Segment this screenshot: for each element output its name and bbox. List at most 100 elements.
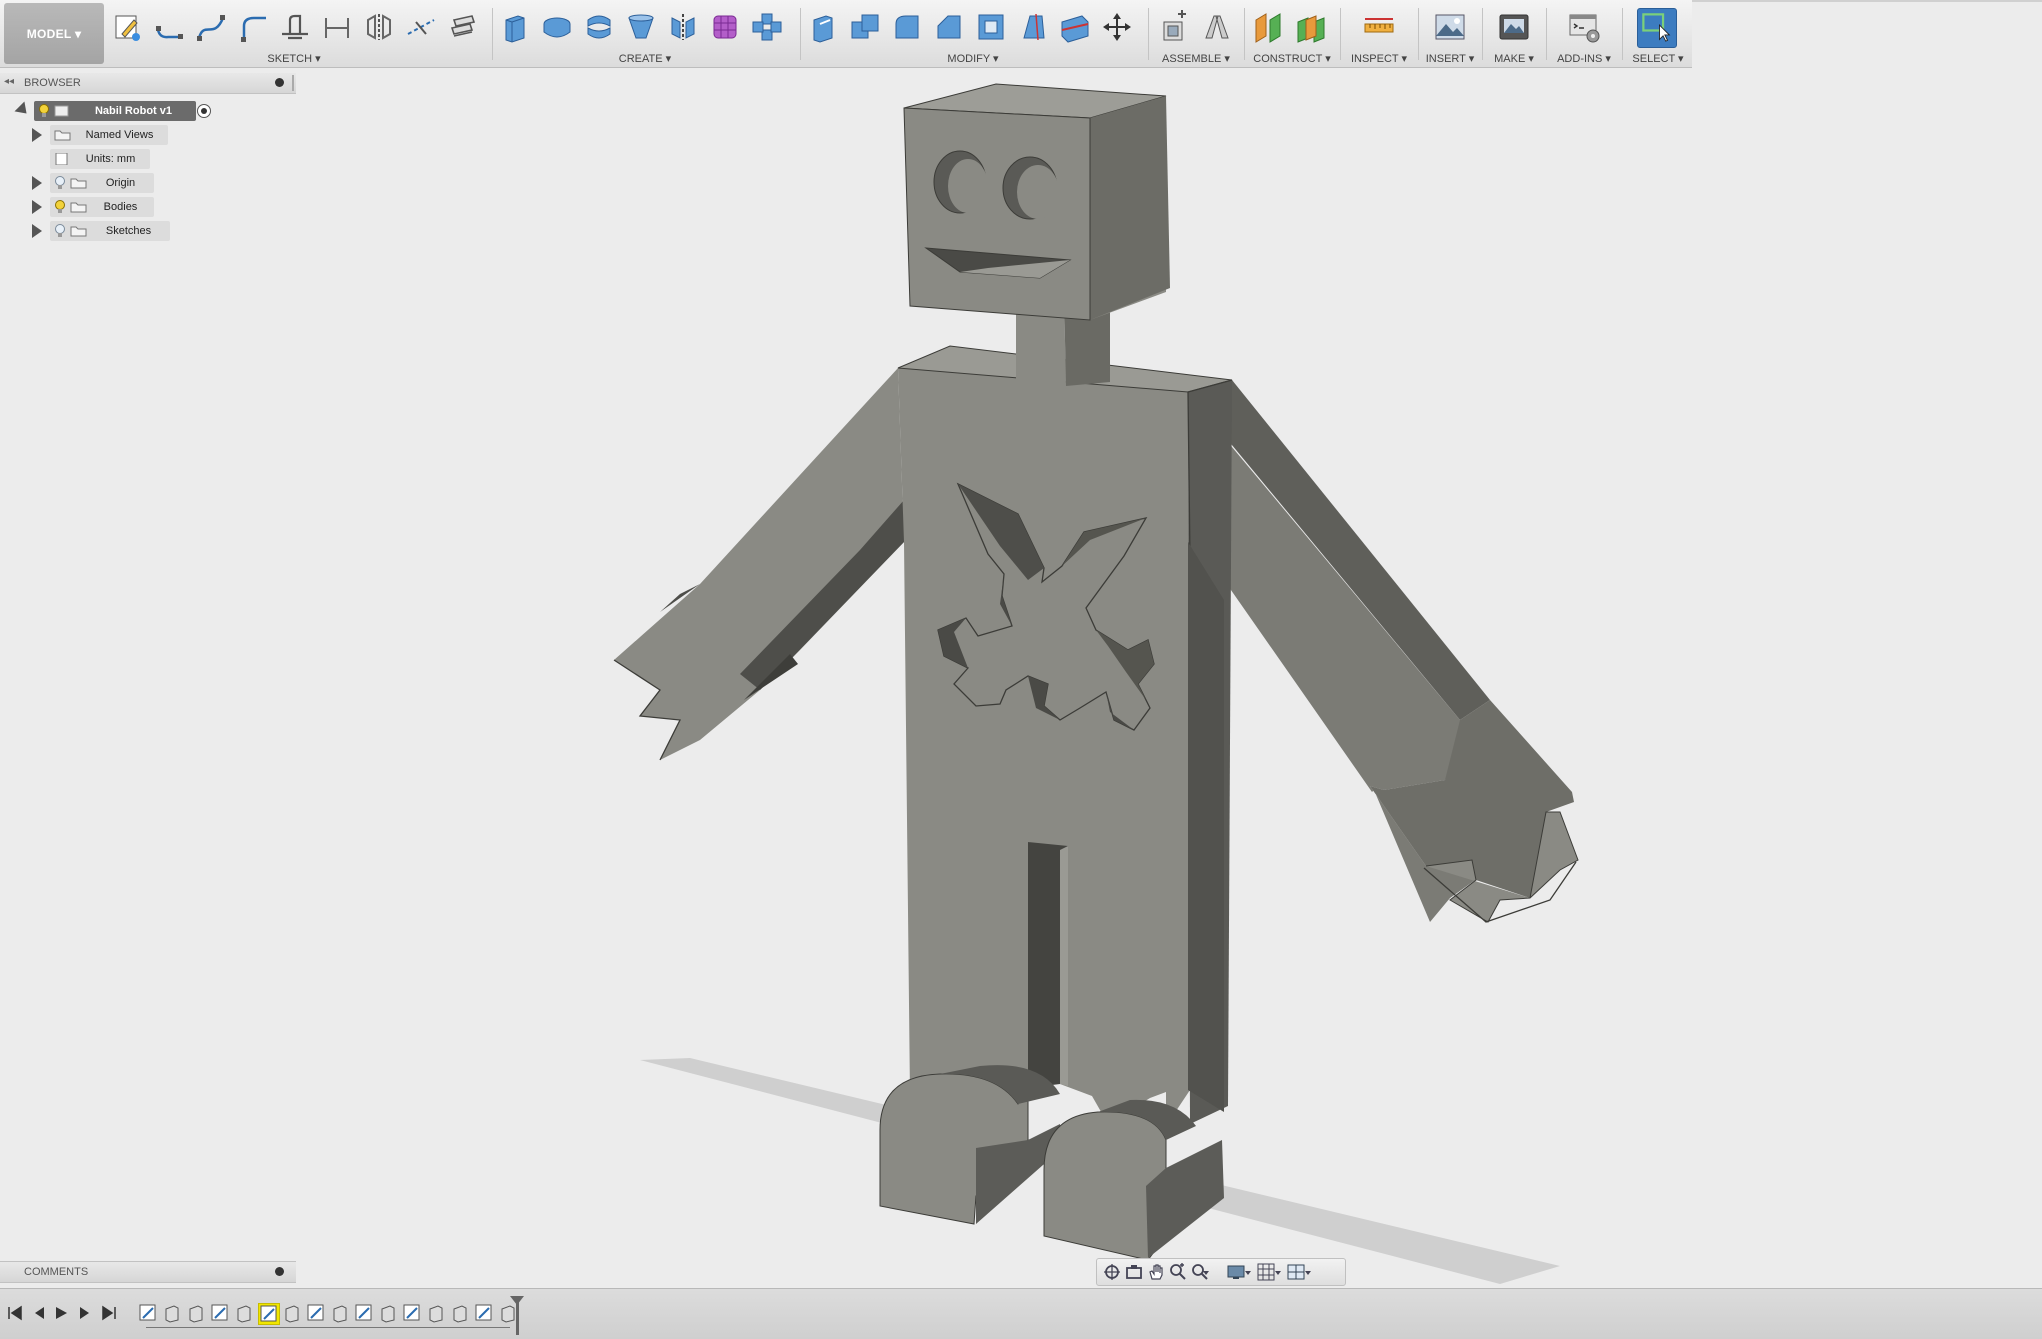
addins-group-label[interactable]: ADD-INS ▾ [1552,52,1616,65]
trim-icon[interactable] [278,10,312,44]
loft-icon[interactable] [624,10,658,44]
go-to-end-icon[interactable] [100,1304,118,1322]
robot-model[interactable] [296,68,2042,1288]
torso [897,345,1233,1126]
create-sketch-icon[interactable] [110,10,144,44]
extrude-feature-icon[interactable] [498,1303,518,1323]
make-group-label[interactable]: MAKE ▾ [1488,52,1540,65]
timeline-marker[interactable] [510,1296,524,1335]
extrude-feature-icon[interactable] [450,1303,470,1323]
line-icon[interactable] [152,10,186,44]
pan-icon[interactable] [1147,1263,1165,1281]
construct-group-label[interactable]: CONSTRUCT ▾ [1250,52,1334,65]
sketch-feature-active-icon[interactable] [258,1303,280,1325]
expand-named-views-icon[interactable] [32,128,42,142]
draft-icon[interactable] [1016,10,1050,44]
create-group-label[interactable]: CREATE ▾ [498,52,792,65]
extrude-feature-icon[interactable] [234,1303,254,1323]
joint-icon[interactable] [1200,10,1234,44]
collapse-browser-icon[interactable]: ◂◂ [4,76,14,87]
step-forward-icon[interactable] [76,1304,94,1322]
canvas-viewport[interactable] [296,68,2042,1288]
pattern-icon[interactable] [750,10,784,44]
expand-origin-icon[interactable] [32,176,42,190]
bodies-node[interactable]: Bodies [50,197,154,217]
orbit-icon[interactable] [1103,1263,1121,1281]
extrude-feature-icon[interactable] [426,1303,446,1323]
visibility-bulb-icon[interactable] [54,200,66,214]
select-icon[interactable] [1637,8,1677,48]
offset-icon[interactable] [320,10,354,44]
expand-sketches-icon[interactable] [32,224,42,238]
sweep-icon[interactable] [582,10,616,44]
extrude-feature-icon[interactable] [282,1303,302,1323]
modify-group-label[interactable]: MODIFY ▾ [806,52,1140,65]
spline-icon[interactable] [194,10,228,44]
stop-sketch-icon[interactable] [446,10,480,44]
fillet-icon[interactable] [890,10,924,44]
combine-icon[interactable] [848,10,882,44]
named-views-node[interactable]: Named Views [50,125,168,145]
extrude-feature-icon[interactable] [378,1303,398,1323]
sketch-feature-icon[interactable] [138,1303,158,1323]
sketch-feature-icon[interactable] [402,1303,422,1323]
browser-resize-handle[interactable] [292,75,294,91]
construct-group: CONSTRUCT ▾ [1250,6,1334,65]
inspect-group-label[interactable]: INSPECT ▾ [1346,52,1412,65]
mirror-body-icon[interactable] [666,10,700,44]
zoom-icon[interactable] [1169,1263,1187,1281]
play-icon[interactable] [52,1304,70,1322]
visibility-bulb-icon[interactable] [54,224,66,238]
visibility-bulb-icon[interactable] [54,176,66,190]
scripts-icon[interactable] [1567,10,1601,44]
chamfer-icon[interactable] [932,10,966,44]
insert-image-icon[interactable] [1433,10,1467,44]
offset-plane-icon[interactable] [1252,10,1286,44]
origin-node[interactable]: Origin [50,173,154,193]
measure-icon[interactable] [1362,10,1396,44]
display-dropdown-icon[interactable] [1243,1263,1253,1281]
select-group-label[interactable]: SELECT ▾ [1628,52,1688,65]
zoom-dropdown-icon[interactable] [1201,1263,1211,1281]
extrude-feature-icon[interactable] [186,1303,206,1323]
extrude-feature-icon[interactable] [330,1303,350,1323]
grid-dropdown-icon[interactable] [1273,1263,1283,1281]
toolbar-divider [1340,8,1341,60]
sketch-feature-icon[interactable] [210,1303,230,1323]
expand-bodies-icon[interactable] [32,200,42,214]
tree-root-node[interactable]: Nabil Robot v1 [34,101,196,121]
press-pull-icon[interactable] [806,10,840,44]
expand-root-icon[interactable] [14,101,32,119]
sketch-group-label[interactable]: SKETCH ▾ [108,52,480,65]
add-comment-icon[interactable] [275,1267,284,1276]
revolve-icon[interactable] [540,10,574,44]
shell-icon[interactable] [974,10,1008,44]
new-component-icon[interactable] [1158,10,1192,44]
move-icon[interactable] [1100,10,1134,44]
browser-pin-icon[interactable] [275,78,284,87]
sketch-feature-icon[interactable] [354,1303,374,1323]
sketches-node[interactable]: Sketches [50,221,170,241]
activate-radio-icon[interactable] [196,103,212,119]
fillet-sketch-icon[interactable] [236,10,270,44]
extrude-icon[interactable] [498,10,532,44]
sketch-feature-icon[interactable] [474,1303,494,1323]
3d-print-icon[interactable] [1497,10,1531,44]
sketch-feature-icon[interactable] [306,1303,326,1323]
units-node[interactable]: Units: mm [50,149,150,169]
project-icon[interactable] [404,10,438,44]
go-to-start-icon[interactable] [6,1304,24,1322]
workspace-switcher[interactable]: MODEL ▾ [4,3,104,64]
assemble-group-label[interactable]: ASSEMBLE ▾ [1154,52,1238,65]
visibility-bulb-icon[interactable] [38,104,50,118]
look-at-icon[interactable] [1125,1263,1143,1281]
insert-group-label[interactable]: INSERT ▾ [1424,52,1476,65]
step-back-icon[interactable] [30,1304,48,1322]
tree-item-named-views: Named Views [28,125,168,145]
form-icon[interactable] [708,10,742,44]
split-face-icon[interactable] [1058,10,1092,44]
extrude-feature-icon[interactable] [162,1303,182,1323]
midplane-icon[interactable] [1294,10,1328,44]
mirror-icon[interactable] [362,10,396,44]
viewports-dropdown-icon[interactable] [1303,1263,1313,1281]
